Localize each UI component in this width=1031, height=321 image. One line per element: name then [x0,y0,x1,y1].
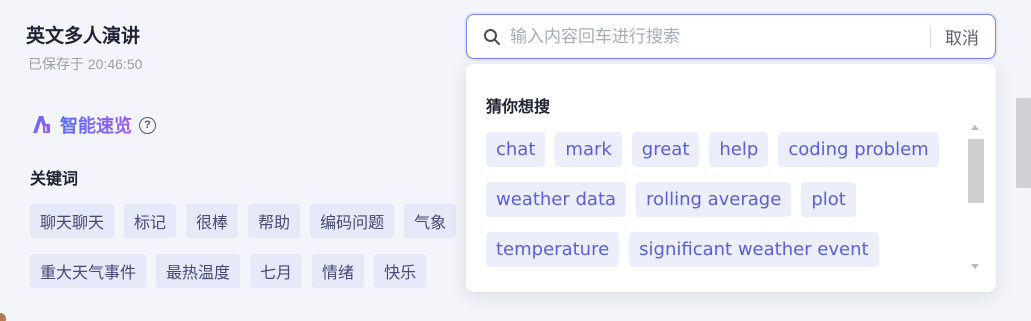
cancel-button[interactable]: 取消 [945,24,979,49]
suggestion-chip[interactable]: coding problem [778,132,939,167]
document-title: 英文多人演讲 [26,26,141,47]
search-icon [484,28,500,45]
dropdown-scrollbar[interactable] [966,122,984,272]
suggestion-chip[interactable]: great [631,132,700,167]
keyword-tag[interactable]: 气象 [404,204,457,238]
keyword-tag[interactable]: 帮助 [248,204,301,238]
search-divider [930,25,931,48]
search-suggestions-dropdown: 猜你想搜 chat mark great help coding problem… [466,64,996,292]
page-scrollbar-thumb[interactable] [1016,98,1031,188]
suggestion-chip[interactable]: temperature [486,232,620,267]
corner-decoration [0,313,6,321]
keyword-tag[interactable]: 聊天聊天 [30,204,115,238]
keyword-row-2: 重大天气事件 最热温度 七月 情绪 快乐 [30,254,427,288]
suggestion-chip[interactable]: mark [555,132,622,167]
svg-text:I: I [45,126,48,134]
keyword-tag[interactable]: 七月 [250,254,303,288]
suggestion-chip[interactable]: rolling average [636,182,792,217]
suggestion-chip[interactable]: chat [486,132,546,167]
suggestion-chip[interactable]: significant weather event [629,232,879,267]
dropdown-scrollbar-thumb[interactable] [968,139,984,203]
keyword-tag[interactable]: 重大天气事件 [30,254,147,288]
suggestion-row-1: chat mark great help coding problem [486,132,939,167]
keyword-row-1: 聊天聊天 标记 很棒 帮助 编码问题 气象 [30,204,457,238]
keyword-tag[interactable]: 很棒 [186,204,239,238]
keyword-tag[interactable]: 编码问题 [310,204,395,238]
keyword-tag[interactable]: 快乐 [374,254,427,288]
suggestion-row-3: temperature significant weather event [486,232,879,267]
search-input[interactable] [510,26,924,47]
keyword-tag[interactable]: 标记 [124,204,177,238]
keyword-tag[interactable]: 最热温度 [156,254,241,288]
smart-overview-label[interactable]: 智能速览 [60,112,132,138]
scroll-down-arrow-icon[interactable] [971,264,979,269]
suggestions-heading: 猜你想搜 [486,99,551,116]
search-box[interactable]: 取消 [466,14,996,59]
keyword-tag[interactable]: 情绪 [312,254,365,288]
suggestion-chip[interactable]: weather data [486,182,627,217]
saved-status: 已保存于 20:46:50 [28,56,143,72]
keywords-heading: 关键词 [30,171,79,188]
help-icon[interactable]: ? [139,116,156,134]
suggestion-row-2: weather data rolling average plot [486,182,856,217]
suggestion-chip[interactable]: plot [801,182,856,217]
scroll-up-arrow-icon[interactable] [971,125,979,130]
smart-overview-header[interactable]: I 智能速览 ? [29,112,156,138]
suggestion-chip[interactable]: help [709,132,769,167]
ai-sparkle-icon: I [33,116,50,134]
